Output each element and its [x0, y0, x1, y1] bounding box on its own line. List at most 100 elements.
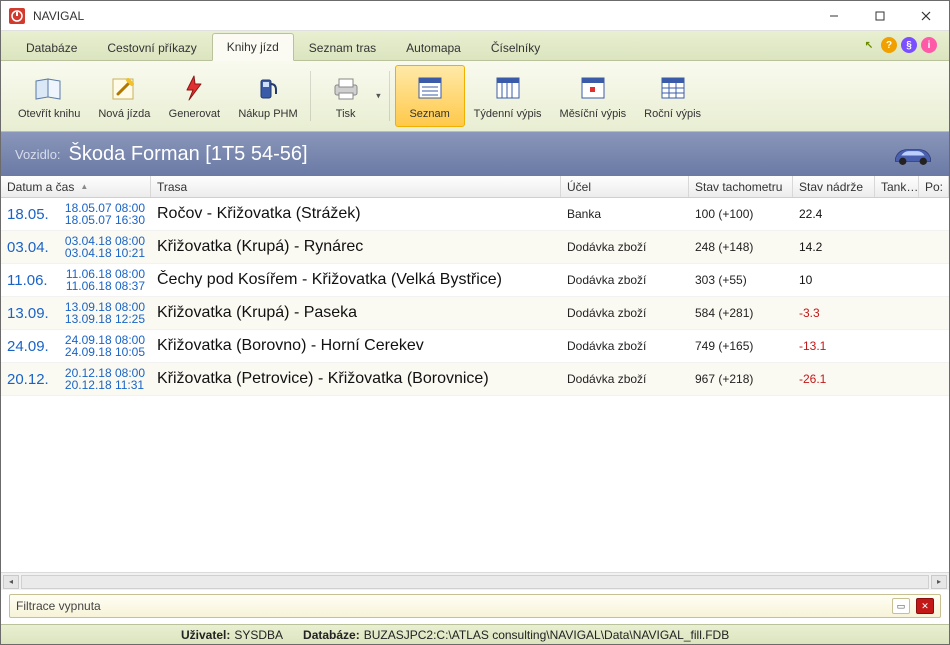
cell-date: 13.09. 13.09.18 08:0013.09.18 12:25 — [1, 297, 151, 329]
toolbar-group-1: Otevřít knihu Nová jízda Generovat Nákup… — [9, 65, 312, 127]
app-title: NAVIGAL — [33, 9, 811, 23]
month-icon — [577, 72, 609, 104]
cell-t2 — [875, 231, 919, 263]
btn-tisk[interactable]: Tisk ▾ — [316, 65, 386, 127]
table-body: 18.05. 18.05.07 08:0018.05.07 16:30Ročov … — [1, 198, 949, 572]
cell-ucel: Dodávka zboží — [561, 297, 689, 329]
cell-odo: 100 (+100) — [689, 198, 793, 230]
menu-cestovni[interactable]: Cestovní příkazy — [92, 34, 211, 61]
h-scrollbar[interactable]: ◂ ▸ — [1, 572, 949, 590]
cell-tank: 14.2 — [793, 231, 875, 263]
table-header: Datum a čas Trasa Účel Stav tachometru S… — [1, 176, 949, 198]
th-date[interactable]: Datum a čas — [1, 176, 151, 197]
th-po[interactable]: Po: — [919, 176, 949, 197]
help-icons: ↖ ? § i — [861, 37, 937, 53]
th-ucel[interactable]: Účel — [561, 176, 689, 197]
minimize-button[interactable] — [811, 1, 857, 30]
scroll-right-icon[interactable]: ▸ — [931, 575, 947, 589]
cell-tank: -26.1 — [793, 363, 875, 395]
th-odo[interactable]: Stav tachometru — [689, 176, 793, 197]
cell-trasa: Ročov - Křižovatka (Strážek) — [151, 198, 561, 230]
cell-date: 18.05. 18.05.07 08:0018.05.07 16:30 — [1, 198, 151, 230]
cell-day: 18.05. — [7, 206, 57, 223]
menu-ciselniky[interactable]: Číselníky — [476, 34, 555, 61]
table-row[interactable]: 11.06.11.06.18 08:0011.06.18 08:37Čechy … — [1, 264, 949, 297]
cell-tank: 22.4 — [793, 198, 875, 230]
btn-nova-jizda[interactable]: Nová jízda — [89, 65, 159, 127]
cell-t2 — [875, 330, 919, 362]
btn-tydenni[interactable]: Týdenní výpis — [465, 65, 551, 127]
cell-trasa: Křižovatka (Krupá) - Paseka — [151, 297, 561, 329]
toolbar-group-2: Tisk ▾ — [316, 65, 391, 127]
btn-generovat[interactable]: Generovat — [159, 65, 229, 127]
table-row[interactable]: 13.09. 13.09.18 08:0013.09.18 12:25Křižov… — [1, 297, 949, 330]
th-tank2[interactable]: Tank… — [875, 176, 919, 197]
btn-nakup-phm[interactable]: Nákup PHM — [229, 65, 306, 127]
cell-date: 03.04.03.04.18 08:0003.04.18 10:21 — [1, 231, 151, 263]
vehicle-banner: Vozidlo: Škoda Forman [1T5 54-56] — [1, 132, 949, 176]
status-user: Uživatel:SYSDBA — [171, 628, 293, 642]
scroll-track[interactable] — [21, 575, 929, 589]
btn-seznam[interactable]: Seznam — [395, 65, 465, 127]
scroll-left-icon[interactable]: ◂ — [3, 575, 19, 589]
cursor-icon[interactable]: ↖ — [861, 37, 877, 53]
menu-knihy-jizd[interactable]: Knihy jízd — [212, 33, 294, 61]
cell-day: 13.09. — [7, 305, 57, 322]
toolbar: Otevřít knihu Nová jízda Generovat Nákup… — [1, 61, 949, 132]
cell-ucel: Dodávka zboží — [561, 363, 689, 395]
generate-icon — [178, 72, 210, 104]
cell-t2 — [875, 198, 919, 230]
table-row[interactable]: 24.09.24.09.18 08:0024.09.18 10:05Křižov… — [1, 330, 949, 363]
cell-day: 20.12. — [7, 371, 57, 388]
maximize-button[interactable] — [857, 1, 903, 30]
open-book-icon — [33, 72, 65, 104]
cell-t2 — [875, 297, 919, 329]
cell-times: 24.09.18 08:0024.09.18 10:05 — [65, 334, 145, 358]
filter-clear-button[interactable]: ✕ — [916, 598, 934, 614]
year-icon — [657, 72, 689, 104]
cell-po — [919, 363, 949, 395]
toolbar-group-3: Seznam Týdenní výpis Měsíční výpis Roční… — [395, 65, 715, 127]
menu-seznam-tras[interactable]: Seznam tras — [294, 34, 391, 61]
table-row[interactable]: 03.04.03.04.18 08:0003.04.18 10:21Křižov… — [1, 231, 949, 264]
th-tank[interactable]: Stav nádrže — [793, 176, 875, 197]
cell-trasa: Čechy pod Kosířem - Křižovatka (Velká By… — [151, 264, 561, 296]
cell-day: 24.09. — [7, 338, 57, 355]
menu-databaze[interactable]: Databáze — [11, 34, 92, 61]
table-row[interactable]: 20.12.20.12.18 08:0020.12.18 11:31Křižov… — [1, 363, 949, 396]
menu-strip: Databáze Cestovní příkazy Knihy jízd Sez… — [1, 31, 949, 61]
info-icon[interactable]: § — [901, 37, 917, 53]
cell-date: 11.06.11.06.18 08:0011.06.18 08:37 — [1, 264, 151, 296]
table-row[interactable]: 18.05. 18.05.07 08:0018.05.07 16:30Ročov … — [1, 198, 949, 231]
btn-rocni[interactable]: Roční výpis — [635, 65, 710, 127]
new-trip-icon — [108, 72, 140, 104]
cell-t2 — [875, 264, 919, 296]
vehicle-value: Škoda Forman [1T5 54-56] — [69, 143, 308, 166]
th-trasa[interactable]: Trasa — [151, 176, 561, 197]
cell-ucel: Banka — [561, 198, 689, 230]
cell-ucel: Dodávka zboží — [561, 231, 689, 263]
cell-po — [919, 198, 949, 230]
cell-odo: 749 (+165) — [689, 330, 793, 362]
cell-times: 13.09.18 08:0013.09.18 12:25 — [65, 301, 145, 325]
cell-tank: -13.1 — [793, 330, 875, 362]
filter-edit-button[interactable]: ▭ — [892, 598, 910, 614]
btn-mesicni[interactable]: Měsíční výpis — [551, 65, 636, 127]
cell-tank: -3.3 — [793, 297, 875, 329]
about-icon[interactable]: i — [921, 37, 937, 53]
cell-trasa: Křižovatka (Petrovice) - Křižovatka (Bor… — [151, 363, 561, 395]
close-button[interactable] — [903, 1, 949, 30]
cell-po — [919, 264, 949, 296]
cell-odo: 303 (+55) — [689, 264, 793, 296]
cell-date: 20.12.20.12.18 08:0020.12.18 11:31 — [1, 363, 151, 395]
cell-trasa: Křižovatka (Krupá) - Rynárec — [151, 231, 561, 263]
cell-t2 — [875, 363, 919, 395]
menu-automapa[interactable]: Automapa — [391, 34, 476, 61]
dropdown-arrow-icon: ▾ — [376, 91, 381, 102]
btn-otevrit-knihu[interactable]: Otevřít knihu — [9, 65, 89, 127]
week-icon — [492, 72, 524, 104]
filter-text: Filtrace vypnuta — [16, 599, 101, 613]
app-window: NAVIGAL Databáze Cestovní příkazy Knihy … — [0, 0, 950, 645]
cell-times: 18.05.07 08:0018.05.07 16:30 — [65, 202, 145, 226]
help-icon[interactable]: ? — [881, 37, 897, 53]
